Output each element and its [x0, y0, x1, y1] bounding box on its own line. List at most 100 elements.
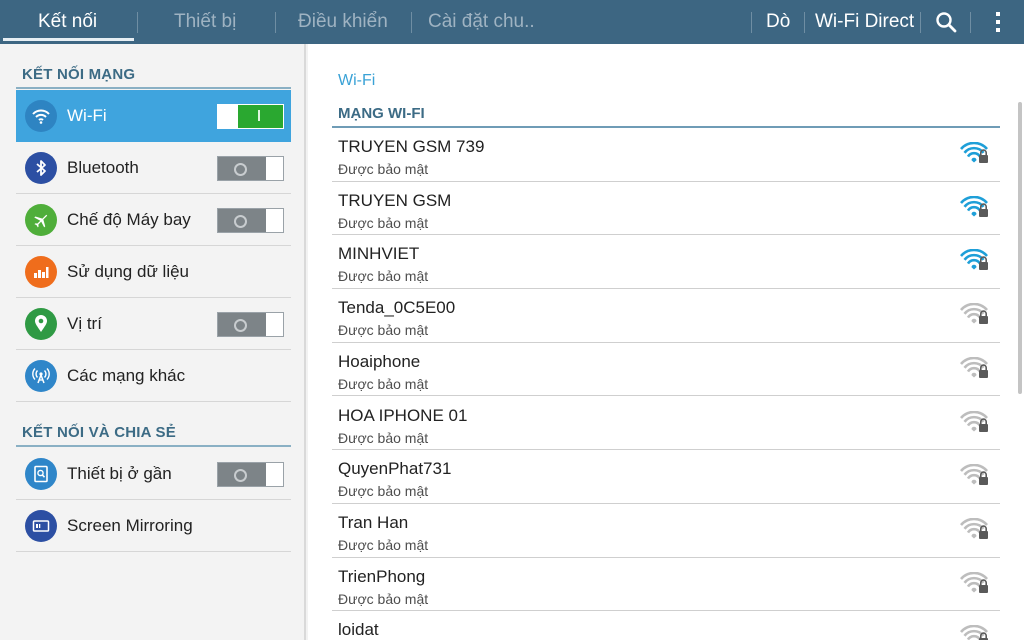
- wifi-icon: [25, 100, 57, 132]
- network-security-status: Được bảo mật: [338, 161, 429, 177]
- network-name: MINHVIET: [338, 244, 420, 264]
- network-name: QuyenPhat731: [338, 459, 452, 479]
- network-security-status: Được bảo mật: [338, 322, 429, 339]
- bluetooth-toggle[interactable]: [217, 156, 284, 181]
- sidebar-item-other-networks[interactable]: Các mạng khác: [16, 350, 291, 402]
- network-security-status: Được bảo mật: [338, 590, 429, 607]
- search-icon: [936, 12, 957, 33]
- wifi-signal-lock-icon: [960, 410, 990, 433]
- wifi-networks-header: MẠNG WI-FI: [338, 105, 425, 122]
- network-security-status: Được bảo mật: [338, 375, 429, 392]
- wifi-signal-lock-icon: [960, 517, 990, 540]
- action-divider: [804, 12, 805, 33]
- sidebar-item-data-usage[interactable]: Sử dụng dữ liệu: [16, 246, 291, 298]
- network-security-status: Được bảo mật: [338, 536, 429, 553]
- tab-divider: [411, 12, 412, 33]
- wifi-network-row[interactable]: TRUYEN GSM Được bảo mật: [332, 182, 1000, 236]
- wifi-network-row[interactable]: TrienPhong Được bảo mật: [332, 558, 1000, 612]
- toggle-knob: [218, 157, 266, 180]
- action-divider: [751, 12, 752, 33]
- scan-button[interactable]: Dò: [766, 0, 790, 44]
- wifi-network-row[interactable]: Tran Han Được bảo mật: [332, 504, 1000, 558]
- page-title: Wi-Fi: [338, 72, 376, 89]
- wifi-signal-lock-icon: [960, 302, 990, 325]
- wifi-signal-lock-icon: [960, 356, 990, 379]
- toggle-knob: [238, 105, 283, 128]
- section-divider: [16, 87, 291, 89]
- sidebar-item-label: Sử dụng dữ liệu: [67, 262, 190, 281]
- network-name: TRUYEN GSM: [338, 190, 452, 210]
- airplane-mode-toggle[interactable]: [217, 208, 284, 233]
- wifi-toggle[interactable]: [217, 104, 284, 129]
- screen-mirroring-icon: [25, 510, 57, 542]
- wifi-signal-lock-icon: [960, 463, 990, 486]
- wifi-signal-lock-icon: [960, 195, 990, 218]
- wifi-network-row[interactable]: QuyenPhat731 Được bảo mật: [332, 450, 1000, 504]
- network-name: Tenda_0C5E00: [338, 298, 456, 318]
- wifi-network-row[interactable]: TRUYEN GSM 739 Được bảo mật: [332, 128, 1000, 182]
- toggle-knob: [218, 313, 266, 336]
- settings-sidebar: KẾT NỐI MẠNG Wi-Fi Bluetooth Chế độ Máy …: [0, 44, 306, 640]
- network-name: Hoaiphone: [338, 351, 421, 371]
- sidebar-item-nearby-devices[interactable]: Thiết bị ở gần: [16, 448, 291, 500]
- wifi-network-row[interactable]: loidat: [332, 611, 1000, 640]
- sidebar-item-screen-mirroring[interactable]: Screen Mirroring: [16, 500, 291, 552]
- wifi-direct-button[interactable]: Wi-Fi Direct: [815, 0, 914, 44]
- active-tab-indicator: [3, 38, 134, 41]
- sidebar-item-label: Screen Mirroring: [67, 516, 193, 535]
- sidebar-item-label: Wi-Fi: [67, 106, 107, 125]
- network-name: HOA IPHONE 01: [338, 405, 468, 425]
- sidebar-item-location[interactable]: Vị trí: [16, 298, 291, 350]
- tab-dieu-khien[interactable]: Điều khiển: [298, 0, 388, 44]
- search-button[interactable]: [929, 0, 963, 44]
- network-security-status: Được bảo mật: [338, 268, 429, 285]
- more-vert-icon: [996, 12, 1000, 32]
- wifi-network-row[interactable]: Tenda_0C5E00 Được bảo mật: [332, 289, 1000, 343]
- action-divider: [920, 12, 921, 33]
- toggle-knob: [218, 209, 266, 232]
- data-usage-icon: [25, 256, 57, 288]
- tab-thiet-bi[interactable]: Thiết bị: [174, 0, 236, 44]
- network-name: loidat: [338, 620, 379, 640]
- wifi-network-row[interactable]: MINHVIET Được bảo mật: [332, 235, 1000, 290]
- action-bar: Kết nối Thiết bị Điều khiển Cài đặt chu.…: [0, 0, 1024, 44]
- wifi-signal-lock-icon: [960, 141, 990, 164]
- sidebar-item-label: Vị trí: [67, 314, 102, 333]
- sidebar-item-bluetooth[interactable]: Bluetooth: [16, 142, 291, 194]
- network-name: TRUYEN GSM 739: [338, 137, 485, 156]
- section-divider: [16, 445, 291, 447]
- nearby-devices-toggle[interactable]: [217, 462, 284, 487]
- section-header-sharing: KẾT NỐI VÀ CHIA SẺ: [22, 424, 176, 441]
- network-name: Tran Han: [338, 512, 409, 532]
- wifi-signal-lock-icon: [960, 625, 990, 640]
- wifi-network-row[interactable]: HOA IPHONE 01 Được bảo mật: [332, 397, 1000, 451]
- airplane-icon: [25, 204, 57, 236]
- tab-divider: [137, 12, 138, 33]
- sidebar-item-label: Thiết bị ở gần: [67, 464, 172, 483]
- tab-cai-dat-chung[interactable]: Cài đặt chu..: [428, 0, 535, 44]
- network-security-status: Được bảo mật: [338, 214, 429, 231]
- wifi-signal-lock-icon: [960, 571, 990, 594]
- wifi-network-row[interactable]: Hoaiphone Được bảo mật: [332, 343, 1000, 397]
- sidebar-item-label: Bluetooth: [67, 158, 139, 177]
- sidebar-item-label: Các mạng khác: [67, 366, 186, 385]
- location-icon: [25, 308, 57, 340]
- overflow-menu-button[interactable]: [984, 0, 1012, 44]
- tab-divider: [275, 12, 276, 33]
- sidebar-item-wifi[interactable]: Wi-Fi: [16, 90, 291, 142]
- location-toggle[interactable]: [217, 312, 284, 337]
- network-security-status: Được bảo mật: [338, 429, 429, 446]
- antenna-icon: [25, 360, 57, 392]
- wifi-signal-lock-icon: [960, 249, 990, 271]
- network-name: TrienPhong: [338, 566, 426, 586]
- action-divider: [970, 12, 971, 33]
- wifi-settings-panel: Wi-Fi MẠNG WI-FI TRUYEN GSM 739 Được bảo …: [308, 44, 1024, 640]
- bluetooth-icon: [25, 152, 57, 184]
- scrollbar[interactable]: [1018, 102, 1022, 394]
- section-header-network: KẾT NỐI MẠNG: [22, 66, 136, 83]
- network-security-status: Được bảo mật: [338, 483, 429, 500]
- nearby-device-icon: [25, 458, 57, 490]
- toggle-knob: [218, 463, 266, 486]
- sidebar-item-label: Chế độ Máy bay: [67, 210, 191, 229]
- sidebar-item-airplane-mode[interactable]: Chế độ Máy bay: [16, 194, 291, 246]
